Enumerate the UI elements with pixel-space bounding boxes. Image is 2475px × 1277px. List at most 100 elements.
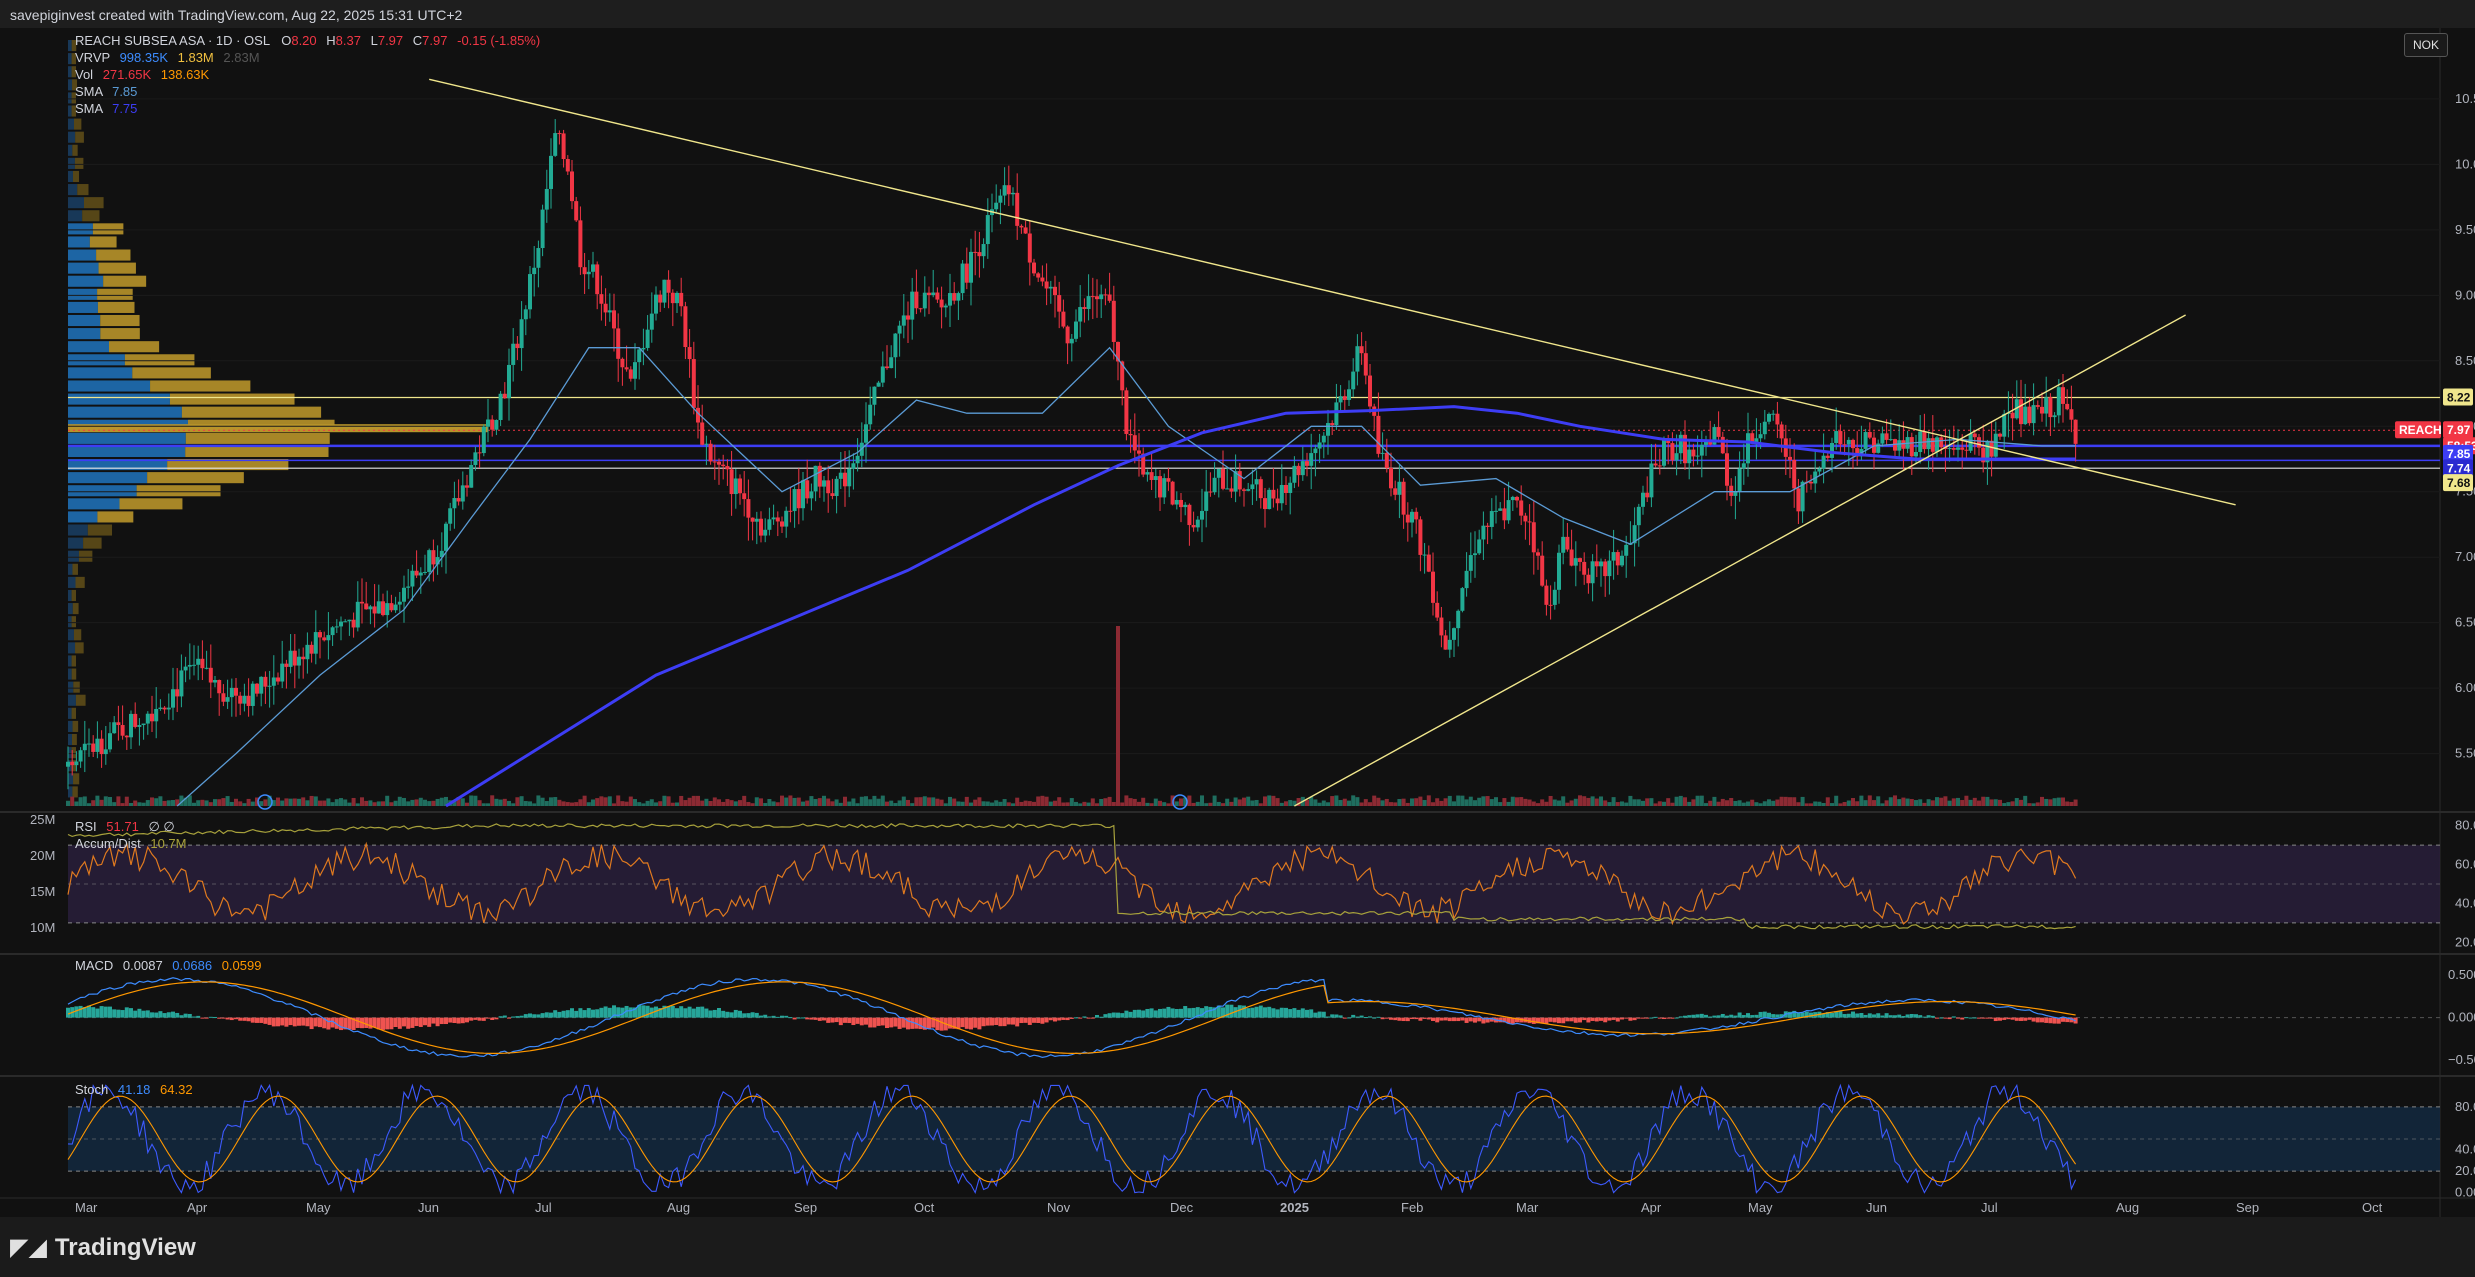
volume-bar [666,796,671,806]
candle-body [1275,498,1280,504]
volume-bar [1195,801,1200,806]
candle-body [960,263,965,294]
candle-body [1158,476,1162,498]
volume-bar [1250,800,1255,806]
macd-hist-bar [1699,1013,1704,1018]
macd-hist-bar [1876,1013,1881,1018]
volume-bar [1565,802,1570,806]
macd-hist-bar [427,1017,432,1027]
macd-hist-bar [91,1007,96,1018]
volume-bar [838,802,843,806]
candle-body [969,251,973,283]
vp-down-bar [150,380,251,392]
candle-body [112,722,117,734]
low-label: L [370,33,378,48]
currency-button[interactable]: NOK [2404,33,2448,57]
macd-hist-bar [1397,1017,1402,1021]
vp-down-bar [77,184,89,196]
volume-bar [826,798,831,806]
macd-hist-bar [1569,1017,1574,1022]
volume-bar [326,798,331,806]
vp-down-bar [75,642,84,654]
volume-bar [351,797,356,806]
vp-up-bar [68,92,72,104]
macd-hist-bar [796,1017,801,1019]
candle-body [733,478,738,495]
macd-hist-bar [1166,1006,1171,1018]
macd-hist-bar [95,1008,100,1018]
volume-bar [801,801,805,806]
macd-hist-bar [1683,1015,1687,1018]
candle-body [977,252,982,257]
candle-body [1330,423,1335,426]
candle-body [700,422,705,445]
macd-hist-bar [805,1017,810,1020]
candle-body [582,267,587,275]
candle-body [1414,511,1419,520]
macd-hist-bar [1872,1014,1876,1018]
candle-body [1687,449,1692,464]
candle-body [1582,561,1587,575]
volume-bar [1909,799,1914,806]
volume-bar [1590,796,1595,806]
macd-hist-bar [490,1017,495,1020]
time-tick-label: Mar [1516,1200,1539,1215]
candle-body [1922,431,1927,450]
vp-down-bar [169,393,295,405]
candle-body [1674,453,1679,461]
volume-bar [1011,803,1015,806]
macd-hist-bar [977,1017,982,1030]
vrvp-label: VRVP [75,50,110,65]
macd-hist-bar [271,1017,276,1027]
candle-body [935,292,940,300]
macd-hist-bar [1464,1017,1469,1023]
macd-hist-bar [675,1008,679,1018]
chart-area[interactable]: 10.5010.009.509.008.508.007.507.006.506.… [0,28,2475,1217]
candle-body [868,404,873,425]
macd-hist-bar [1771,1014,1776,1018]
candle-body [1351,371,1356,390]
macd-hist-bar [313,1017,318,1027]
candle-body [641,347,646,350]
macd-hist-bar [851,1017,856,1026]
volume-bar [1015,797,1020,806]
macd-hist-bar [187,1013,192,1018]
candle-body [1019,225,1024,228]
macd-hist-bar [150,1012,154,1018]
macd-hist-bar [973,1017,978,1028]
volume-bar [360,797,364,806]
volume-bar [498,799,503,806]
candle-body [1615,552,1620,566]
volume-bar [2065,801,2070,806]
macd-hist-bar [1926,1015,1931,1018]
macd-hist-bar [565,1010,570,1018]
chart-svg[interactable]: 10.5010.009.509.008.508.007.507.006.506.… [0,28,2475,1217]
candle-body [1624,544,1629,556]
macd-hist-bar [284,1017,289,1027]
time-tick-label: Mar [75,1200,98,1215]
macd-hist-bar [120,1010,125,1018]
vp-down-bar [119,498,183,510]
tradingview-logo[interactable]: ◤◢ TradingView [10,1233,196,1262]
macd-hist-bar [1830,1012,1834,1018]
candle-body [1821,455,1826,469]
volume-bar [2052,798,2057,806]
macd-hist-bar [1431,1017,1435,1021]
vp-up-bar [68,341,110,353]
macd-hist-bar [221,1017,226,1019]
candle-body [1485,525,1490,527]
macd-hist-bar [1599,1017,1603,1021]
candle-body [1267,489,1272,510]
candle-body [1011,192,1015,195]
volume-bar [376,801,381,806]
macd-hist-bar [326,1017,331,1030]
badge-support: 7.68 [2447,476,2471,490]
volume-bar [1653,803,1658,806]
volume-bar [334,799,339,806]
candle-body [649,313,654,330]
candle-body [1464,570,1469,589]
candle-body [1246,489,1251,491]
candle-body [628,369,633,379]
candle-body [486,419,490,427]
high-value: 8.37 [335,33,361,48]
